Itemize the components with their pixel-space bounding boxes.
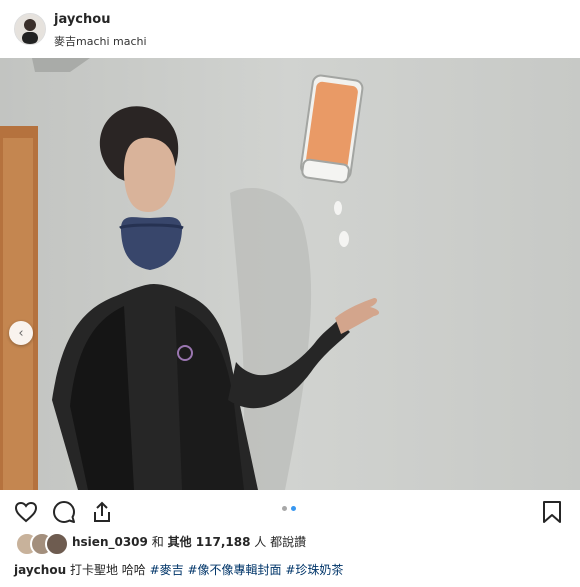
caption-username[interactable]: jaychou: [14, 563, 66, 577]
liker-username[interactable]: hsien_0309: [72, 535, 148, 549]
likes-suffix: 人 都說讚: [254, 535, 307, 549]
hashtag-link[interactable]: #像不像專輯封面: [187, 563, 281, 577]
likes-others[interactable]: 其他 117,188: [168, 535, 251, 549]
avatar[interactable]: [14, 13, 46, 45]
carousel-dot-active: [291, 506, 296, 511]
likes-others-prefix: 其他: [167, 535, 192, 549]
comment-icon[interactable]: [52, 500, 76, 524]
caption-text: 打卡聖地 哈哈: [69, 563, 146, 577]
caption: jaychou 打卡聖地 哈哈 #麥吉 #像不像專輯封面 #珍珠奶茶: [14, 561, 343, 578]
hashtag-link[interactable]: #麥吉: [150, 563, 184, 577]
username[interactable]: jaychou: [54, 12, 110, 27]
share-icon[interactable]: [90, 500, 114, 524]
likes-summary: hsien_0309 和 其他 117,188 人 都說讚: [72, 533, 306, 550]
likes-count: 117,188: [195, 535, 251, 549]
post-image[interactable]: ‹: [0, 58, 580, 490]
heart-icon[interactable]: [14, 500, 38, 524]
avatar[interactable]: [45, 532, 69, 556]
hashtag-link[interactable]: #珍珠奶茶: [285, 563, 343, 577]
location-link[interactable]: 麥吉machi machi: [54, 33, 147, 49]
bookmark-icon[interactable]: [541, 500, 563, 524]
post-header: jaychou 麥吉machi machi: [0, 0, 580, 58]
carousel-dot: [282, 506, 287, 511]
likes-joiner: 和: [151, 535, 164, 549]
chevron-left-icon[interactable]: ‹: [9, 321, 33, 345]
